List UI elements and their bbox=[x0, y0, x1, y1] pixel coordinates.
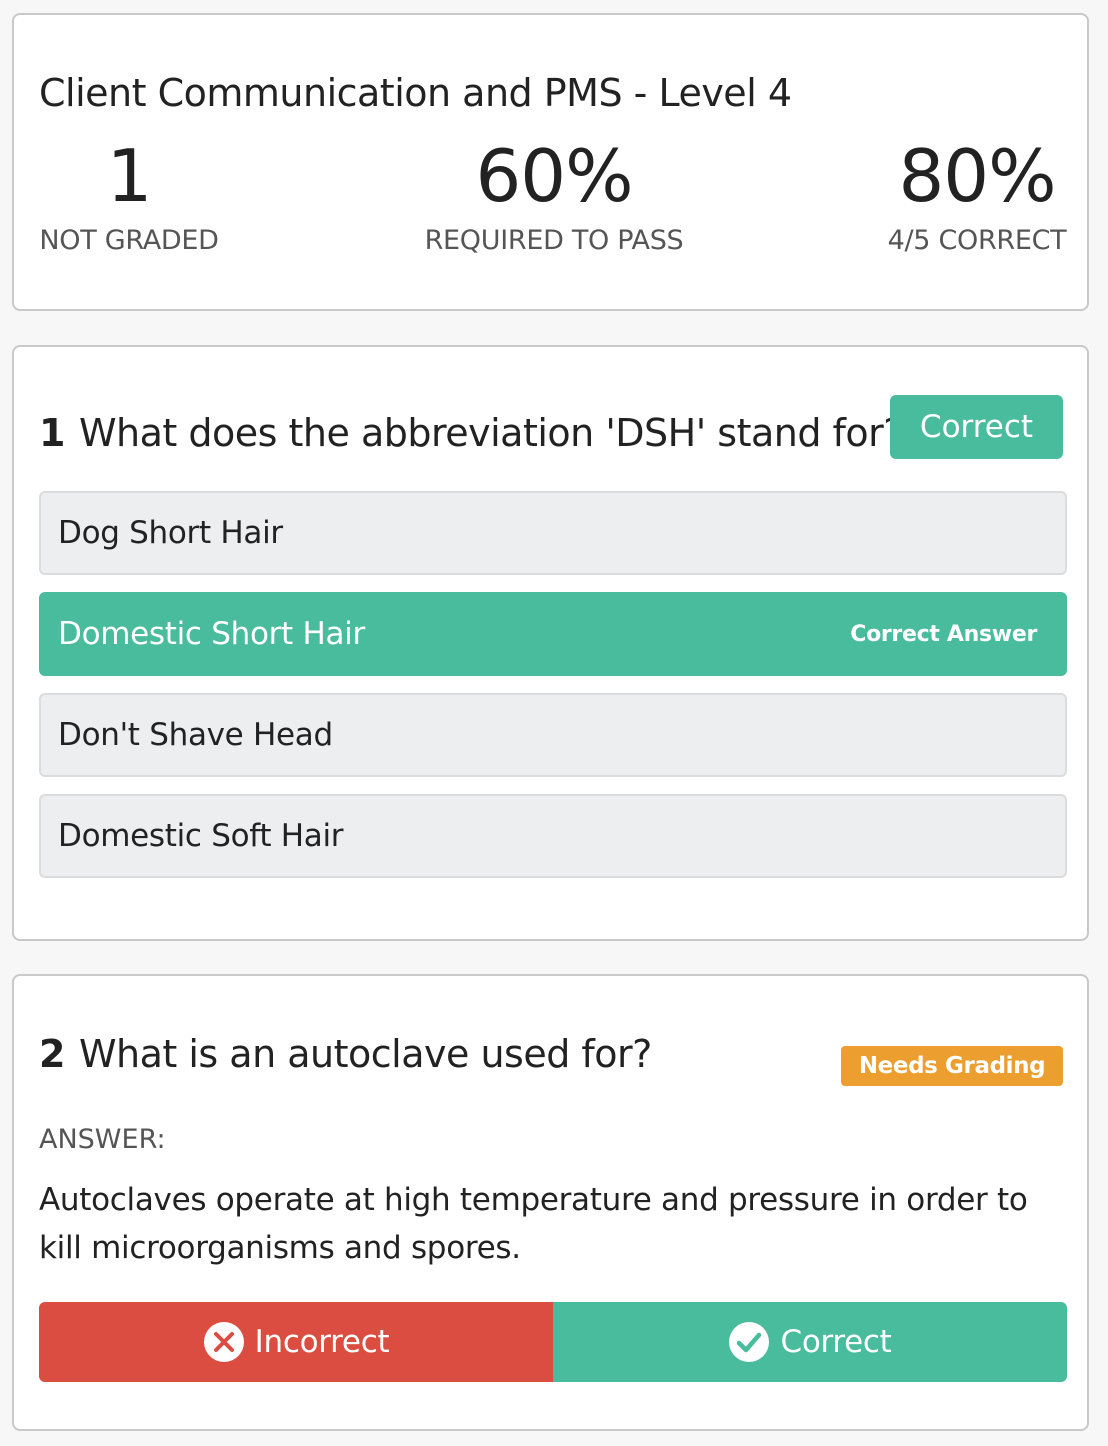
x-circle-icon bbox=[203, 1321, 245, 1363]
answer-options: Dog Short Hair Domestic Short Hair Corre… bbox=[39, 491, 1067, 895]
grading-actions: Incorrect Correct bbox=[39, 1302, 1067, 1382]
check-circle-icon bbox=[728, 1321, 770, 1363]
stat-value: 80% bbox=[898, 134, 1056, 218]
stat-value: 1 bbox=[106, 134, 153, 218]
option-label: Domestic Short Hair bbox=[58, 616, 365, 652]
quiz-title: Client Communication and PMS - Level 4 bbox=[39, 71, 792, 115]
stat-not-graded: 1 NOT GRADED bbox=[34, 131, 224, 256]
stat-label: 4/5 CORRECT bbox=[887, 225, 1067, 256]
answer-text: Autoclaves operate at high temperature a… bbox=[39, 1182, 1028, 1266]
quiz-summary-card: Client Communication and PMS - Level 4 1… bbox=[12, 13, 1089, 311]
stat-label: NOT GRADED bbox=[39, 225, 219, 256]
question-number: 2 bbox=[39, 1032, 65, 1076]
option-label: Don't Shave Head bbox=[58, 717, 333, 753]
option-item[interactable]: Domestic Soft Hair bbox=[39, 794, 1067, 878]
option-label: Domestic Soft Hair bbox=[58, 818, 344, 854]
status-badge-needs-grading: Needs Grading bbox=[841, 1046, 1063, 1086]
mark-correct-button[interactable]: Correct bbox=[553, 1302, 1067, 1382]
question-heading: 2 What is an autoclave used for? bbox=[39, 1032, 652, 1076]
mark-incorrect-label: Incorrect bbox=[254, 1324, 390, 1360]
stat-label: REQUIRED TO PASS bbox=[424, 225, 684, 256]
question-text: What does the abbreviation 'DSH' stand f… bbox=[78, 411, 904, 455]
stat-required-to-pass: 60% REQUIRED TO PASS bbox=[404, 131, 704, 256]
question-card-1: 1 What does the abbreviation 'DSH' stand … bbox=[12, 345, 1089, 941]
option-label: Dog Short Hair bbox=[58, 515, 283, 551]
option-item[interactable]: Dog Short Hair bbox=[39, 491, 1067, 575]
stat-score: 80% 4/5 CORRECT bbox=[872, 131, 1082, 256]
mark-incorrect-button[interactable]: Incorrect bbox=[39, 1302, 553, 1382]
option-item[interactable]: Don't Shave Head bbox=[39, 693, 1067, 777]
option-item-correct[interactable]: Domestic Short Hair Correct Answer bbox=[39, 592, 1067, 676]
answer-label: ANSWER: bbox=[39, 1124, 166, 1155]
mark-correct-label: Correct bbox=[780, 1324, 892, 1360]
question-text: What is an autoclave used for? bbox=[78, 1032, 652, 1076]
question-card-2: 2 What is an autoclave used for? Needs Gr… bbox=[12, 974, 1089, 1431]
correct-answer-tag: Correct Answer bbox=[850, 621, 1037, 647]
question-number: 1 bbox=[39, 411, 65, 455]
stat-value: 60% bbox=[475, 134, 633, 218]
status-badge-correct: Correct bbox=[890, 395, 1063, 459]
question-heading: 1 What does the abbreviation 'DSH' stand … bbox=[39, 411, 903, 455]
